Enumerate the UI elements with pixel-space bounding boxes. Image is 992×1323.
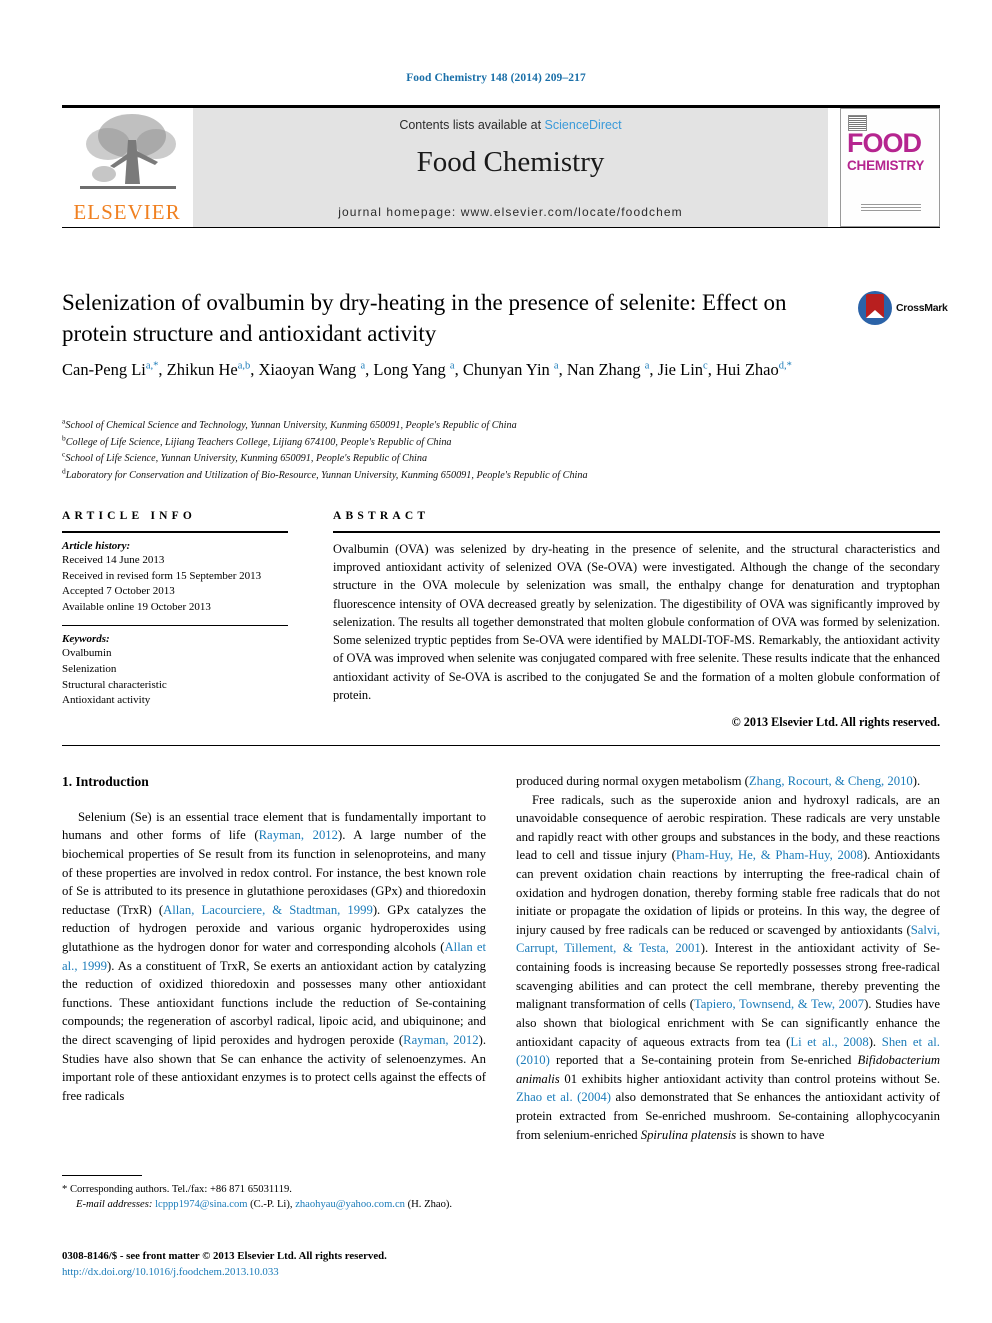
keyword-item: Ovalbumin [62, 647, 112, 660]
body-paragraph: Selenium (Se) is an essential trace elem… [62, 809, 486, 1103]
abstract-panel: ABSTRACT Ovalbumin (OVA) was selenized b… [333, 510, 940, 730]
abstract-text: Ovalbumin (OVA) was selenized by dry-hea… [333, 542, 940, 702]
cover-footer-text [861, 204, 921, 212]
affiliation-text: School of Life Science, Yunnan Universit… [65, 453, 428, 465]
journal-name: Food Chemistry [416, 146, 605, 178]
body-column-left: 1. Introduction Selenium (Se) is an esse… [62, 772, 486, 1106]
article-history-label: Article history: [62, 540, 131, 552]
article-history-item: Accepted 7 October 2013 [62, 585, 175, 598]
affiliation-item: bCollege of Life Science, Lijiang Teache… [62, 434, 922, 452]
email-link-2[interactable]: zhaohyau@yahoo.com.cn [295, 1199, 405, 1210]
abstract-heading: ABSTRACT [333, 510, 430, 522]
affiliation-text: College of Life Science, Lijiang Teacher… [65, 436, 452, 448]
crossmark-notch-icon [866, 310, 884, 318]
affiliation-item: cSchool of Life Science, Yunnan Universi… [62, 450, 922, 468]
running-head: Food Chemistry 148 (2014) 209–217 [406, 72, 586, 84]
footer-issn-block: 0308-8146/$ - see front matter © 2013 El… [62, 1249, 492, 1280]
article-info-panel: ARTICLE INFO Article history: Received 1… [62, 510, 288, 709]
cover-title-food: FOOD [847, 128, 922, 158]
email-owner-2: (H. Zhao). [407, 1199, 453, 1211]
keyword-item: Antioxidant activity [62, 694, 151, 707]
article-history-item: Available online 19 October 2013 [62, 600, 211, 613]
affiliation-text: Laboratory for Conservation and Utilizat… [65, 469, 588, 481]
email-link-1[interactable]: lcppp1974@sina.com [155, 1199, 247, 1210]
corresponding-author-note: * Corresponding authors. Tel./fax: +86 8… [62, 1184, 292, 1195]
keywords-rule [62, 625, 288, 627]
contents-available-line: Contents lists available at ScienceDirec… [193, 118, 828, 132]
sciencedirect-link[interactable]: ScienceDirect [545, 118, 622, 132]
header-bottom-rule [62, 227, 940, 228]
cover-title-chemistry: CHEMISTRY [847, 158, 925, 173]
title-block: Selenization of ovalbumin by dry-heating… [62, 288, 852, 349]
body-paragraph: Free radicals, such as the superoxide an… [516, 792, 940, 1142]
journal-header-band: ELSEVIER Contents lists available at Sci… [62, 108, 940, 227]
crossmark-label: CrossMark [896, 302, 948, 314]
journal-header-panel: Contents lists available at ScienceDirec… [193, 108, 828, 227]
abstract-rule [333, 531, 940, 533]
page-title: Selenization of ovalbumin by dry-heating… [62, 290, 787, 346]
section-heading-introduction: 1. Introduction [62, 774, 149, 789]
article-history-item: Received in revised form 15 September 20… [62, 569, 262, 582]
affiliation-item: dLaboratory for Conservation and Utiliza… [62, 467, 922, 485]
affiliation-item: aSchool of Chemical Science and Technolo… [62, 417, 922, 435]
journal-homepage[interactable]: journal homepage: www.elsevier.com/locat… [193, 205, 828, 219]
issn-line: 0308-8146/$ - see front matter © 2013 El… [62, 1250, 387, 1262]
footnote-block: * Corresponding authors. Tel./fax: +86 8… [62, 1182, 486, 1213]
affiliation-list: aSchool of Chemical Science and Technolo… [62, 417, 922, 485]
keywords-label: Keywords: [62, 633, 110, 646]
email-addresses-label: E-mail addresses: [76, 1199, 153, 1211]
contents-prefix: Contents lists available at [399, 118, 545, 132]
keyword-item: Structural characteristic [62, 678, 167, 691]
email-owner-1: (C.-P. Li), [250, 1199, 293, 1211]
article-info-rule [62, 531, 288, 533]
crossmark-badge[interactable]: CrossMark [858, 291, 948, 327]
author-list: Can-Peng Lia,*, Zhikun Hea,b, Xiaoyan Wa… [62, 360, 792, 379]
paper-page: Food Chemistry 148 (2014) 209–217 ELSEVI… [0, 0, 992, 1323]
elsevier-logo: ELSEVIER [62, 108, 192, 227]
copyright-line: © 2013 Elsevier Ltd. All rights reserved… [731, 715, 940, 730]
body-separator-rule [62, 745, 940, 746]
article-history-item: Received 14 June 2013 [62, 554, 165, 566]
article-info-heading: ARTICLE INFO [62, 510, 197, 522]
body-column-right: produced during normal oxygen metabolism… [516, 772, 940, 1144]
crossmark-circle-icon [858, 291, 892, 325]
footnote-rule [62, 1175, 142, 1176]
elsevier-tree-icon [80, 114, 176, 189]
journal-cover-thumbnail: FOOD CHEMISTRY [840, 108, 940, 227]
email-note: E-mail addresses: lcppp1974@sina.com (C.… [62, 1197, 486, 1212]
doi-link[interactable]: http://dx.doi.org/10.1016/j.foodchem.201… [62, 1265, 492, 1281]
elsevier-wordmark: ELSEVIER [73, 200, 181, 224]
affiliation-text: School of Chemical Science and Technolog… [65, 420, 517, 431]
body-paragraph: produced during normal oxygen metabolism… [516, 774, 921, 788]
keyword-item: Selenization [62, 663, 117, 676]
